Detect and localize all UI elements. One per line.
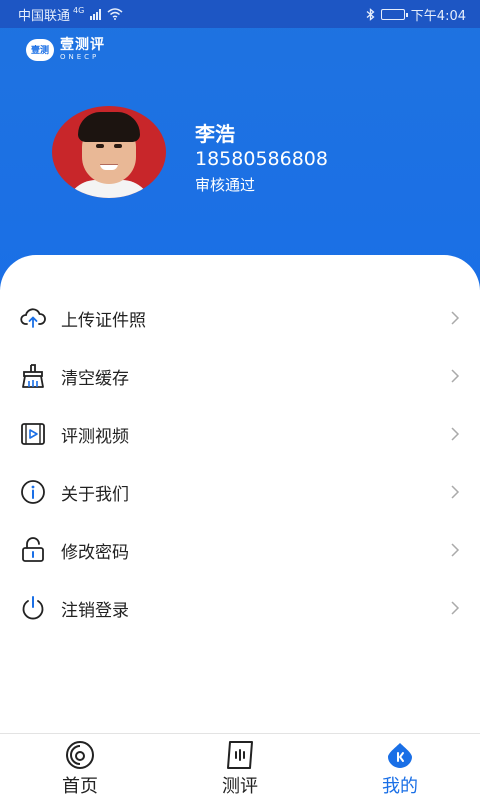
chevron-right-icon <box>451 427 460 441</box>
tab-label-profile: 我的 <box>382 776 418 797</box>
menu-item-upload-photo[interactable]: 上传证件照 <box>0 289 480 347</box>
app-logo: 壹测 壹测评 ONECP <box>26 38 105 61</box>
menu-label-logout: 注销登录 <box>61 600 129 621</box>
cloud-upload-icon <box>20 308 46 328</box>
menu-item-change-password[interactable]: 修改密码 <box>0 521 480 579</box>
status-time: 下午4:04 <box>410 8 466 24</box>
tab-label-home: 首页 <box>62 776 98 797</box>
chevron-right-icon <box>451 485 460 499</box>
menu-item-about-us[interactable]: 关于我们 <box>0 463 480 521</box>
menu-item-clear-cache[interactable]: 清空缓存 <box>0 347 480 405</box>
menu-item-logout[interactable]: 注销登录 <box>0 579 480 637</box>
network-type: 4G <box>73 5 85 15</box>
menu-label-about-us: 关于我们 <box>61 484 129 505</box>
avatar[interactable] <box>52 106 166 198</box>
profile-header: 中国联通 4G 下午4:04 壹测 壹测评 ONECP 李浩 185805868… <box>0 0 480 290</box>
menu-card: 上传证件照 清空缓存 评测视频 关于我们 修改密码 注销登录 <box>0 255 480 733</box>
carrier-label: 中国联通 <box>18 8 71 24</box>
tab-profile[interactable]: 我的 <box>320 734 480 800</box>
home-disc-icon <box>66 741 94 769</box>
wifi-icon <box>107 8 123 20</box>
menu-item-evaluation-video[interactable]: 评测视频 <box>0 405 480 463</box>
tab-evaluation[interactable]: 测评 <box>160 734 320 800</box>
status-bar: 中国联通 4G 下午4:04 <box>0 0 480 28</box>
app-name: 壹测评 <box>60 37 105 53</box>
menu-label-evaluation-video: 评测视频 <box>61 426 129 447</box>
bluetooth-icon <box>366 7 375 21</box>
chevron-right-icon <box>451 369 460 383</box>
menu-label-clear-cache: 清空缓存 <box>61 368 129 389</box>
logo-badge: 壹测 <box>26 38 54 61</box>
tab-label-evaluation: 测评 <box>222 776 258 797</box>
user-name: 李浩 <box>195 122 235 146</box>
bottom-tab-bar: 首页 测评 我的 <box>0 733 480 800</box>
signal-icon <box>90 8 102 20</box>
battery-icon <box>380 8 408 20</box>
broom-icon <box>22 364 44 388</box>
app-name-en: ONECP <box>60 53 100 61</box>
user-phone: 18580586808 <box>195 148 328 170</box>
evaluation-icon <box>227 741 253 769</box>
profile-icon <box>388 743 412 768</box>
info-icon <box>21 480 45 504</box>
review-status: 审核通过 <box>195 176 256 194</box>
video-icon <box>21 423 45 445</box>
tab-home[interactable]: 首页 <box>0 734 160 800</box>
chevron-right-icon <box>451 543 460 557</box>
menu-label-change-password: 修改密码 <box>61 542 129 563</box>
power-icon <box>22 596 44 620</box>
chevron-right-icon <box>451 311 460 325</box>
lock-icon <box>22 537 44 562</box>
menu-label-upload-photo: 上传证件照 <box>61 310 146 331</box>
chevron-right-icon <box>451 601 460 615</box>
